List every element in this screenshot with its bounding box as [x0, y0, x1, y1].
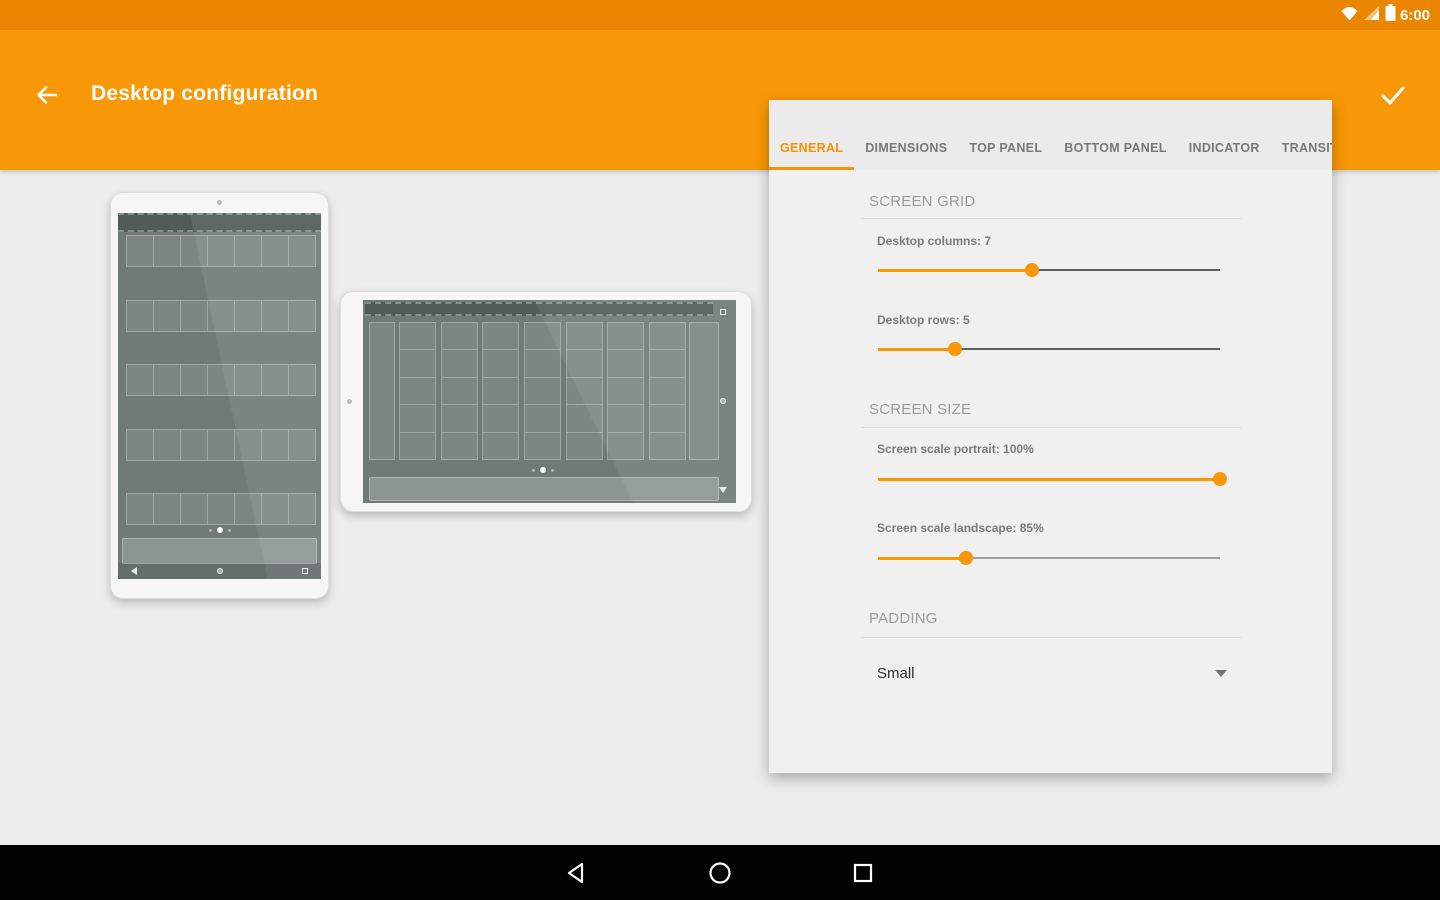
portrait-device-preview: [110, 192, 329, 599]
dock-preview: [122, 538, 317, 564]
grid-band: [126, 493, 316, 525]
mini-nav-bar: [716, 300, 730, 503]
desktop-columns-slider[interactable]: [874, 263, 1224, 277]
top-panel-preview: [118, 213, 321, 232]
grid-band: [126, 300, 316, 332]
settings-panel: GENERAL DIMENSIONS TOP PANEL BOTTOM PANE…: [769, 100, 1332, 773]
grid-band: [649, 322, 686, 460]
screen-scale-portrait-slider[interactable]: [874, 472, 1224, 486]
screen-scale-landscape-slider[interactable]: [874, 551, 1224, 565]
grid-band: [482, 322, 519, 460]
desktop-grid-preview: [399, 322, 686, 460]
mini-recents-icon: [720, 309, 726, 315]
android-navigation-bar: [0, 845, 1440, 900]
grid-band: [441, 322, 478, 460]
top-panel-preview: [365, 302, 713, 316]
slider-thumb[interactable]: [1025, 263, 1039, 277]
page-title: Desktop configuration: [91, 82, 318, 106]
battery-icon: [1385, 4, 1396, 26]
tab-transitions[interactable]: TRANSIT: [1271, 126, 1332, 170]
page-indicator-dots: [118, 527, 321, 533]
slider-thumb[interactable]: [948, 342, 962, 356]
tab-bar: GENERAL DIMENSIONS TOP PANEL BOTTOM PANE…: [769, 100, 1332, 170]
desktop-rows-label: Desktop rows: 5: [877, 313, 970, 327]
mini-recents-icon: [302, 568, 308, 574]
section-title-screen-size: SCREEN SIZE: [869, 401, 971, 418]
chevron-down-icon: [1215, 670, 1227, 677]
status-icons: [1341, 4, 1396, 26]
camera-dot-icon: [217, 200, 222, 205]
tab-dimensions[interactable]: DIMENSIONS: [854, 126, 958, 170]
back-arrow-icon[interactable]: [30, 78, 64, 112]
grid-band: [607, 322, 644, 460]
mini-nav-bar: [118, 563, 321, 579]
desktop-columns-label: Desktop columns: 7: [877, 234, 991, 248]
status-bar: 6:00: [0, 0, 1440, 30]
tab-top-panel[interactable]: TOP PANEL: [958, 126, 1053, 170]
screen-scale-portrait-label: Screen scale portrait: 100%: [877, 442, 1034, 456]
padding-dropdown[interactable]: Small: [877, 658, 1227, 688]
slider-thumb[interactable]: [959, 551, 973, 565]
page-indicator-dots: [399, 467, 686, 473]
grid-band: [399, 322, 436, 460]
grid-band: [524, 322, 561, 460]
wifi-icon: [1341, 5, 1358, 26]
tab-general[interactable]: GENERAL: [769, 126, 854, 170]
tab-bottom-panel[interactable]: BOTTOM PANEL: [1053, 126, 1177, 170]
divider: [861, 218, 1241, 219]
home-icon[interactable]: [707, 860, 733, 886]
mini-home-icon: [217, 568, 223, 574]
recents-icon[interactable]: [850, 860, 876, 886]
section-title-padding: PADDING: [869, 610, 938, 627]
mini-home-icon: [720, 398, 726, 404]
portrait-screen-preview: [118, 213, 321, 579]
padding-dropdown-value: Small: [877, 665, 915, 682]
left-panel-preview: [369, 322, 395, 460]
divider: [861, 427, 1241, 428]
screen-scale-landscape-label: Screen scale landscape: 85%: [877, 521, 1044, 535]
mini-back-icon: [719, 487, 727, 493]
desktop-configuration-screen: 6:00 Desktop configuration: [0, 0, 1440, 900]
mini-back-icon: [131, 567, 137, 575]
desktop-rows-slider[interactable]: [874, 342, 1224, 356]
tab-indicator[interactable]: INDICATOR: [1178, 126, 1271, 170]
camera-dot-icon: [347, 399, 352, 404]
right-panel-preview: [689, 322, 719, 460]
slider-thumb[interactable]: [1213, 472, 1227, 486]
grid-band: [566, 322, 603, 460]
dock-preview: [369, 477, 719, 501]
confirm-check-icon[interactable]: [1376, 78, 1410, 112]
section-title-screen-grid: SCREEN GRID: [869, 193, 975, 210]
grid-band: [126, 364, 316, 396]
cell-signal-icon: [1363, 5, 1380, 26]
back-icon[interactable]: [564, 860, 590, 886]
desktop-grid-preview: [126, 235, 316, 525]
grid-band: [126, 235, 316, 267]
grid-band: [126, 429, 316, 461]
landscape-device-preview: [340, 291, 752, 512]
landscape-screen-preview: [363, 300, 736, 503]
status-time: 6:00: [1400, 7, 1430, 24]
divider: [861, 637, 1241, 638]
